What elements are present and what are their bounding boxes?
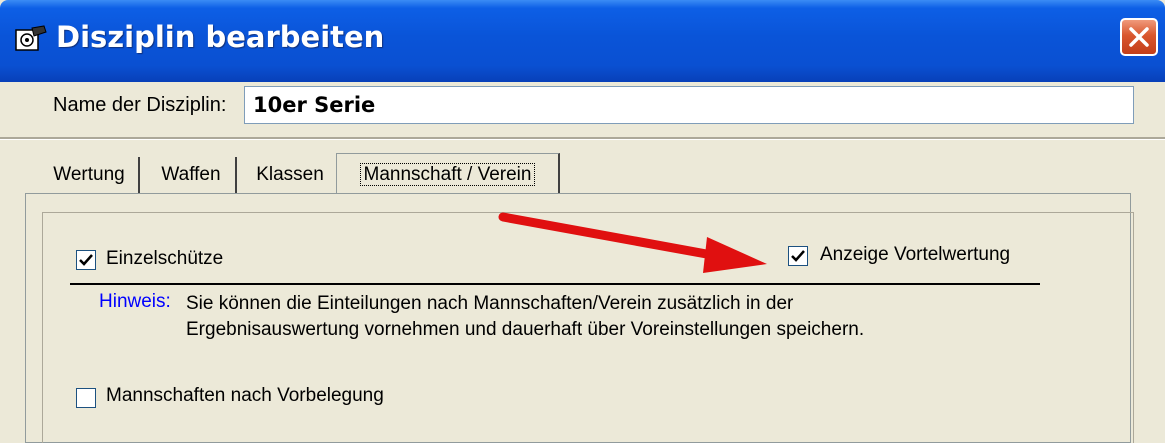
edit-target-icon: [14, 24, 48, 54]
discipline-name-input[interactable]: 10er Serie: [244, 86, 1134, 124]
separator: [0, 137, 1165, 140]
name-label: Name der Disziplin:: [53, 94, 227, 116]
vortelwertung-checkbox[interactable]: [788, 246, 808, 266]
tab-wertung[interactable]: Wertung: [40, 157, 140, 193]
checkmark-icon: [79, 254, 93, 266]
vortelwertung-label: Anzeige Vortelwertung: [820, 244, 1011, 265]
tab-klassen[interactable]: Klassen: [246, 157, 334, 193]
vorbelegung-checkbox[interactable]: [76, 388, 96, 408]
hint-text: Sie können die Einteilungen nach Mannsch…: [186, 291, 986, 343]
tab-waffen[interactable]: Waffen: [147, 157, 237, 193]
einzelschuetze-label: Einzelschütze: [106, 248, 224, 269]
name-row: Name der Disziplin: 10er Serie: [0, 82, 1165, 137]
close-icon: [1129, 27, 1149, 47]
hint-line-2: Ergebnisauswertung vornehmen und dauerha…: [186, 319, 865, 340]
close-button[interactable]: [1120, 18, 1158, 56]
hint-line-1: Sie können die Einteilungen nach Mannsch…: [186, 293, 794, 314]
tab-mannschaft-verein[interactable]: Mannschaft / Verein: [336, 153, 560, 195]
annotation-arrow-icon: [498, 212, 767, 273]
title-bar: Disziplin bearbeiten: [0, 0, 1165, 82]
vorbelegung-label: Mannschaften nach Vorbelegung: [106, 385, 384, 406]
einzelschuetze-checkbox[interactable]: [76, 250, 96, 270]
divider-line: [70, 283, 1040, 285]
window-title: Disziplin bearbeiten: [56, 20, 385, 54]
hint-label: Hinweis:: [99, 291, 171, 312]
checkmark-icon: [791, 250, 805, 262]
tab-mannschaft-verein-label: Mannschaft / Verein: [359, 163, 536, 186]
